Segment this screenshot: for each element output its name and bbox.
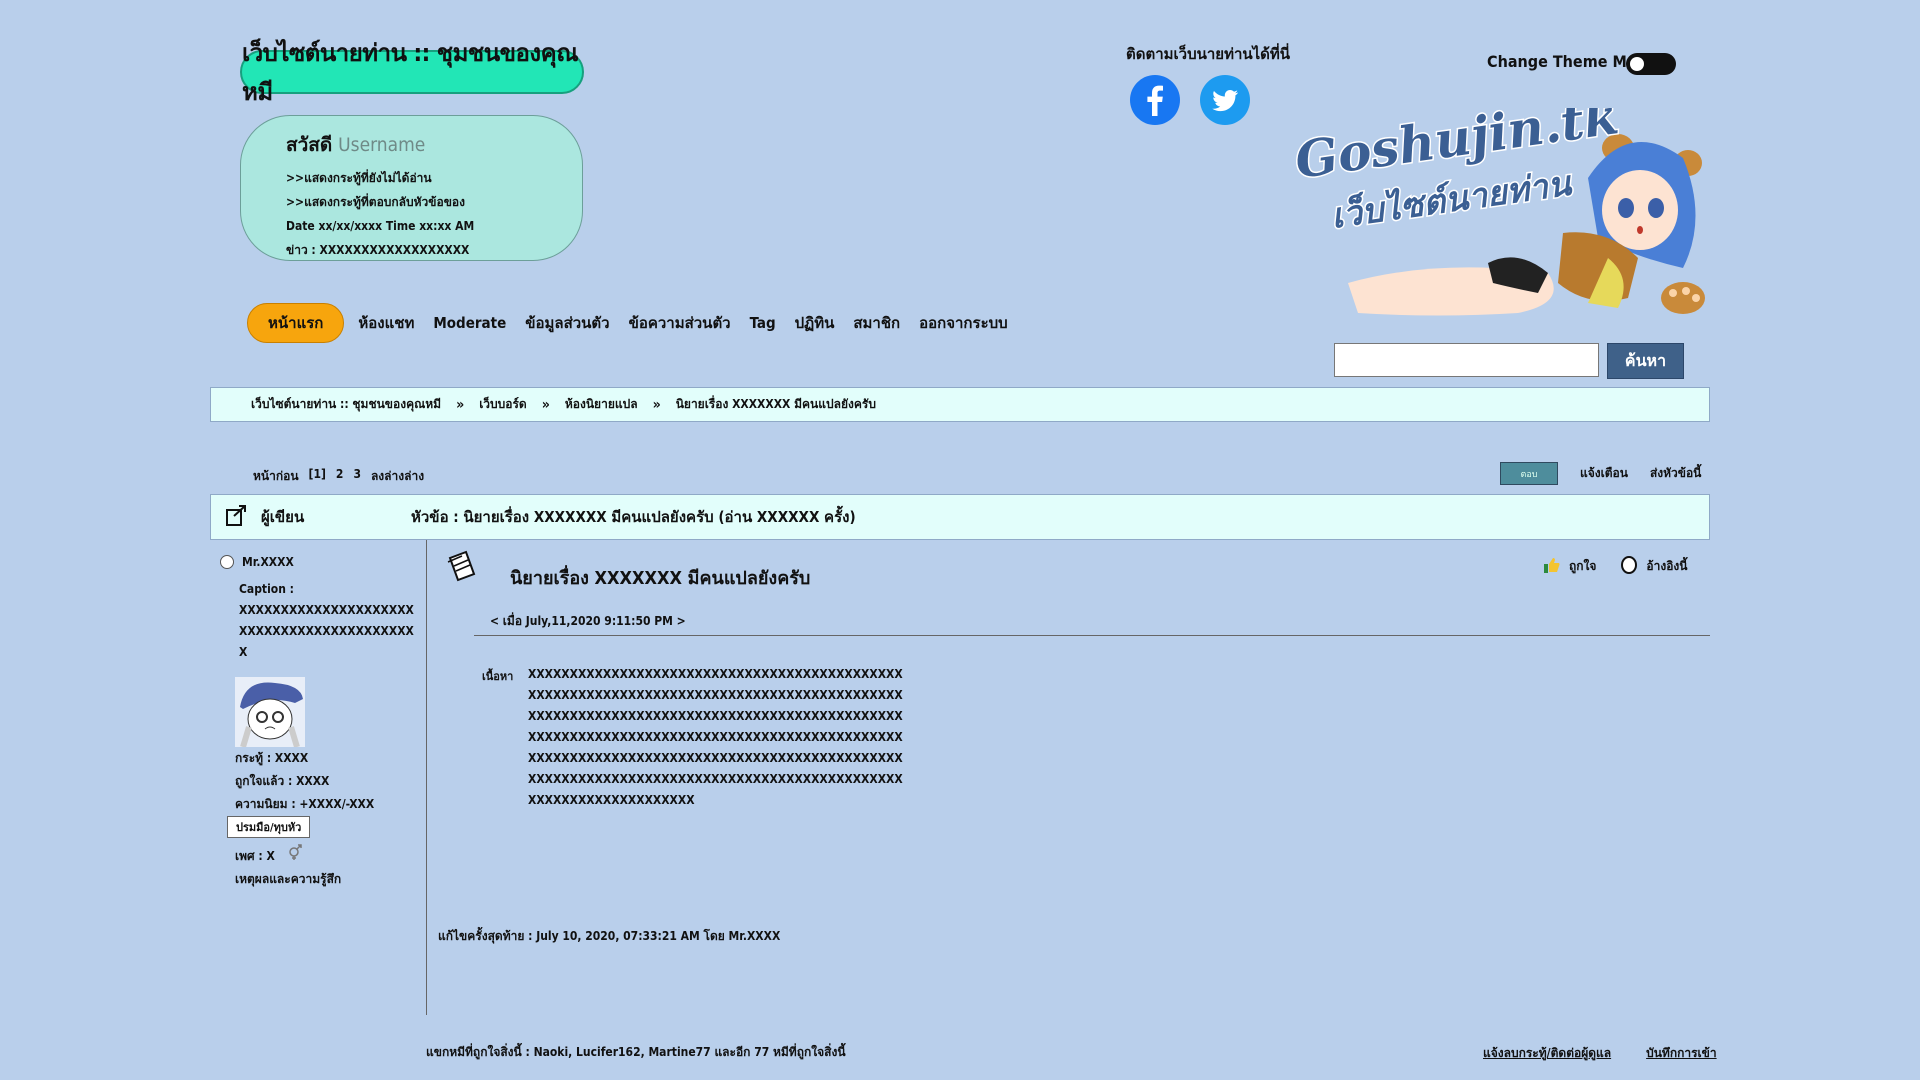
- thread-subject: หัวข้อ : นิยายเรื่อง XXXXXXX มีคนแปลยังค…: [411, 508, 856, 526]
- caption-text: XXXXXXXXXXXXXXXXXXXXXXXXXXXXXXXXXXXXXXXX…: [239, 603, 414, 659]
- post-date: < เมื่อ July,11,2020 9:11:50 PM >: [490, 614, 686, 628]
- nav-home[interactable]: หน้าแรก: [247, 303, 345, 343]
- poster-name-row: Mr.XXXX: [220, 555, 415, 569]
- online-status-indicator: [220, 555, 234, 569]
- nav-tag[interactable]: Tag: [750, 314, 776, 332]
- gender-row: เพศ : X: [235, 844, 415, 868]
- breadcrumb-board[interactable]: เว็บบอร์ด: [479, 395, 527, 414]
- avatar[interactable]: [235, 677, 305, 748]
- post-divider: [474, 635, 1710, 636]
- welcome-greeting: สวัสดี Username: [286, 130, 582, 160]
- pager-to-bottom[interactable]: ลงล่างล่าง: [371, 467, 424, 486]
- post-actions: ถูกใจ อ้างอิงนี้: [1543, 556, 1688, 577]
- poster-info: Mr.XXXX Caption : XXXXXXXXXXXXXXXXXXXXXX…: [220, 555, 415, 891]
- toggle-knob: [1630, 57, 1644, 71]
- gender-text: เพศ : X: [235, 849, 275, 863]
- last-edited: แก้ไขครั้งสุดท้าย : July 10, 2020, 07:33…: [438, 929, 781, 943]
- nav-calendar[interactable]: ปฏิทิน: [795, 311, 835, 335]
- likes-count: ถูกใจแล้ว : XXXX: [235, 774, 330, 788]
- quote-icon[interactable]: [1620, 556, 1638, 577]
- logo-text-main: Goshujin.tk: [1291, 108, 1622, 190]
- username[interactable]: Username: [338, 134, 425, 156]
- site-logo[interactable]: Goshujin.tk เว็บไซต์นายท่าน: [1288, 85, 1712, 318]
- site-title[interactable]: เว็บไซต์นายท่าน :: ชุมชนของคุณหมี: [240, 39, 584, 106]
- breadcrumb-separator: »: [456, 396, 465, 413]
- pager-prev[interactable]: หน้าก่อน: [253, 467, 299, 486]
- breadcrumb-category[interactable]: ห้องนิยายแปล: [565, 395, 638, 414]
- unread-posts-link[interactable]: >>แสดงกระทู้ที่ยังไม่ได้อ่าน: [286, 166, 582, 190]
- nav-members[interactable]: สมาชิก: [853, 311, 900, 335]
- nav-logout[interactable]: ออกจากระบบ: [919, 311, 1008, 335]
- author-label: ผู้เขียน: [261, 508, 305, 526]
- thread-header: ผู้เขียน หัวข้อ : นิยายเรื่อง XXXXXXX มี…: [210, 494, 1710, 540]
- notify-link[interactable]: แจ้งเตือน: [1580, 464, 1628, 483]
- theme-toggle[interactable]: [1626, 53, 1676, 75]
- facebook-icon[interactable]: [1130, 75, 1180, 125]
- post-document-icon: [444, 548, 480, 584]
- nav-messages[interactable]: ข้อความส่วนตัว: [629, 311, 731, 335]
- thumbs-up-icon[interactable]: [1543, 556, 1561, 577]
- history-link[interactable]: บันทึกการเข้า: [1646, 1044, 1717, 1063]
- mood-text: เหตุผลและความรู้สึก: [235, 872, 342, 886]
- breadcrumb-separator: »: [652, 396, 661, 413]
- author-column-header: ผู้เขียน: [225, 503, 411, 531]
- greeting-text: สวัสดี: [286, 134, 333, 156]
- like-label[interactable]: ถูกใจ: [1569, 557, 1596, 576]
- breadcrumb-separator: »: [541, 396, 550, 413]
- breadcrumb: เว็บไซต์นายท่าน :: ชุมชนของคุณหมี » เว็บ…: [210, 387, 1710, 422]
- pager-page-1[interactable]: [1]: [309, 467, 326, 486]
- pager-page-2[interactable]: 2: [336, 467, 344, 486]
- caption-label: Caption :: [239, 582, 294, 596]
- send-topic-link[interactable]: ส่งหัวข้อนี้: [1650, 464, 1701, 483]
- search-input[interactable]: [1334, 343, 1599, 377]
- main-nav: หน้าแรก ห้องแชท Moderate ข้อมูลส่วนตัว ข…: [247, 303, 1027, 343]
- news-text: ข่าว : XXXXXXXXXXXXXXXXXX: [286, 243, 470, 257]
- post-title: นิยายเรื่อง XXXXXXX มีคนแปลยังครับ: [510, 568, 811, 589]
- search-button[interactable]: ค้นหา: [1607, 343, 1684, 379]
- reply-button[interactable]: ตอบ: [1500, 462, 1558, 485]
- nav-chat[interactable]: ห้องแชท: [358, 311, 414, 335]
- twitter-icon[interactable]: [1200, 75, 1250, 125]
- quote-label[interactable]: อ้างอิงนี้: [1646, 557, 1687, 576]
- footer-links: แจ้งลบกระทู้/ติดต่อผู้ดูแล บันทึกการเข้า: [1483, 1044, 1717, 1063]
- thread-actions: ตอบ แจ้งเตือน ส่งหัวข้อนี้: [1500, 462, 1723, 485]
- welcome-panel: สวัสดี Username >>แสดงกระทู้ที่ยังไม่ได้…: [240, 115, 583, 261]
- column-divider: [426, 540, 427, 1015]
- body-label: เนื้อหา: [482, 670, 514, 683]
- replies-link[interactable]: >>แสดงกระทู้ที่ตอบกลับหัวข้อของ: [286, 190, 582, 214]
- rank-badge[interactable]: ปรมมือ/ทุบหัว: [227, 816, 311, 838]
- current-datetime: Date xx/xx/xxxx Time xx:xx AM: [286, 219, 475, 233]
- pager-page-3[interactable]: 3: [353, 467, 361, 486]
- poster-name[interactable]: Mr.XXXX: [242, 555, 294, 569]
- follow-label: ติดตามเว็บนายท่านได้ที่นี่: [1126, 45, 1291, 63]
- post-count: กระทู้ : XXXX: [235, 751, 309, 765]
- nav-moderate[interactable]: Moderate: [433, 314, 506, 332]
- breadcrumb-home[interactable]: เว็บไซต์นายท่าน :: ชุมชนของคุณหมี: [251, 395, 441, 414]
- pagination: หน้าก่อน [1] 2 3 ลงล่างล่าง: [253, 467, 424, 486]
- likers-list: แขกหมีที่ถูกใจสิ่งนี้ : Naoki, Lucifer16…: [426, 1045, 846, 1059]
- share-icon[interactable]: [225, 503, 249, 531]
- post-body: XXXXXXXXXXXXXXXXXXXXXXXXXXXXXXXXXXXXXXXX…: [528, 667, 903, 807]
- breadcrumb-thread[interactable]: นิยายเรื่อง XXXXXXX มีคนแปลยังครับ: [676, 395, 876, 414]
- report-link[interactable]: แจ้งลบกระทู้/ติดต่อผู้ดูแล: [1483, 1044, 1611, 1063]
- nav-profile[interactable]: ข้อมูลส่วนตัว: [525, 311, 609, 335]
- fame-score: ความนิยม : +XXXX/-XXX: [235, 797, 375, 811]
- gender-icon: [287, 844, 303, 868]
